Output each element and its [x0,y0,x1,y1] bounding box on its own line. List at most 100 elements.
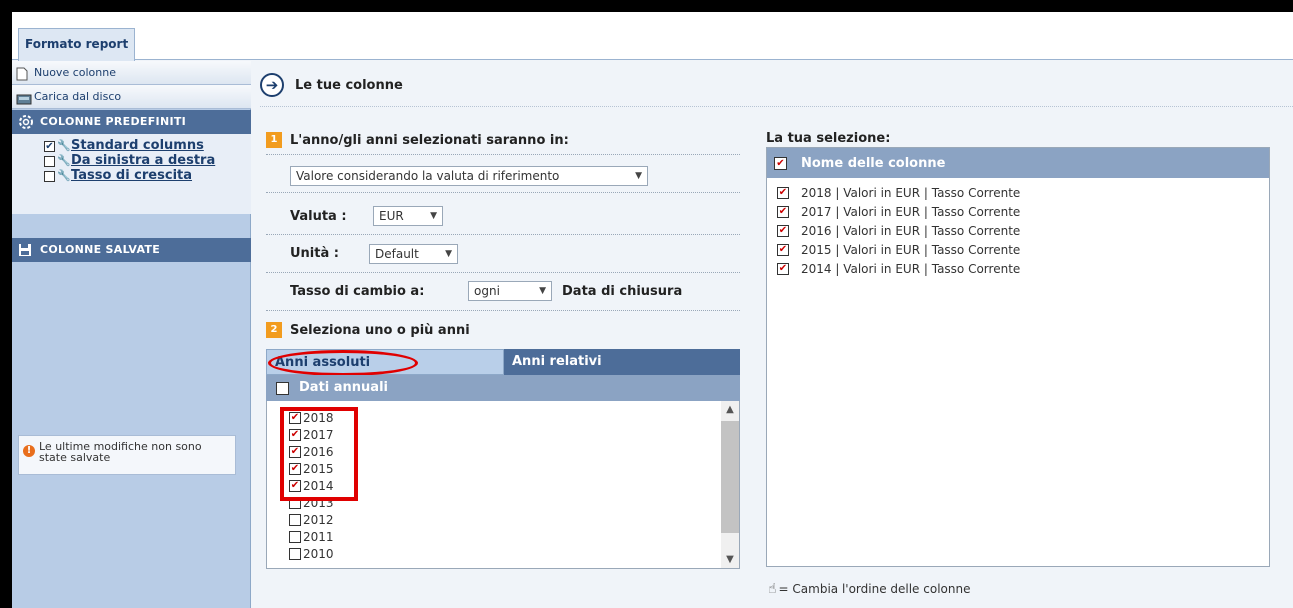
year-item[interactable]: 2010 [289,545,334,562]
selected-column-item[interactable]: ✔ 2017 | Valori in EUR | Tasso Corrente [777,203,1020,221]
selection-header: ✔ Nome delle colonne [767,148,1269,178]
divider [266,154,740,155]
step-1-label: L'anno/gli anni selezionati saranno in: [290,132,569,148]
save-icon [18,242,32,266]
selection-title: La tua selezione: [766,131,891,146]
saved-columns-title: COLONNE SALVATE [40,243,161,256]
predefined-columns-title: COLONNE PREDEFINITI [40,115,187,128]
sidebar: Nuove colonne Carica dal disco COLONNE P… [12,61,251,608]
year-list-scrollbar[interactable]: ▲ ▼ [721,401,739,568]
reorder-hint: ☝ = Cambia l'ordine delle colonne [768,581,970,597]
predefined-columns-header: COLONNE PREDEFINITI [12,110,251,134]
scroll-thumb[interactable] [721,421,739,533]
unita-selected: Default [375,247,419,261]
checkbox-icon[interactable] [44,171,55,182]
selected-column-label: 2016 | Valori in EUR | Tasso Corrente [801,224,1021,238]
unita-label: Unità : [290,246,339,261]
step-number-badge: 1 [266,132,282,148]
predefined-item-label[interactable]: Standard columns [71,139,231,152]
select-all-checkbox[interactable] [276,381,289,395]
unsaved-changes-text: Le ultime modifiche non sono state salva… [39,440,202,464]
selected-column-item[interactable]: ✔ 2015 | Valori in EUR | Tasso Corrente [777,241,1020,259]
hand-icon: ☝ [768,581,777,597]
chevron-down-icon: ▼ [635,171,642,181]
highlight-circle [268,350,418,376]
checkbox-checked-icon[interactable]: ✔ [777,187,789,199]
selected-column-label: 2015 | Valori in EUR | Tasso Corrente [801,243,1021,257]
chevron-down-icon: ▼ [445,249,452,259]
annual-data-header: Dati annuali [266,375,740,401]
arrow-right-icon: ➔ [260,73,284,97]
checkbox-checked-icon[interactable]: ✔ [777,263,789,275]
selected-column-item[interactable]: ✔ 2014 | Valori in EUR | Tasso Corrente [777,260,1020,278]
predefined-item-left-right[interactable]: 🔧 Da sinistra a destra [44,154,251,167]
chevron-down-icon: ▼ [430,211,437,221]
selected-column-item[interactable]: ✔ 2018 | Valori in EUR | Tasso Corrente [777,184,1020,202]
unsaved-changes-note: ! Le ultime modifiche non sono state sal… [18,435,236,475]
year-tabs: Anni assoluti Anni relativi [266,349,740,376]
tasso-suffix: Data di chiusura [562,284,683,299]
checkbox-checked-icon[interactable]: ✔ [777,225,789,237]
tab-formato-report[interactable]: Formato report [18,28,136,61]
saved-columns-header: COLONNE SALVATE [12,238,251,262]
selection-box: ✔ Nome delle colonne ✔ 2018 | Valori in E… [766,147,1270,567]
year-list: ✔ 2018 ✔ 2017 ✔ 2016 ✔ 2015 ✔ 2014 2013 2012 … [266,401,740,569]
tasso-label: Tasso di cambio a: [290,284,425,299]
predefined-item-label[interactable]: Tasso di crescita [71,169,231,182]
chevron-up-icon[interactable]: ▲ [721,401,739,419]
main-title-text: Le tue colonne [295,77,403,93]
app-window: Formato report Nuove colonne Carica dal … [12,12,1293,608]
chevron-down-icon[interactable]: ▼ [721,551,739,568]
load-disk-button[interactable]: Carica dal disco [12,85,251,109]
new-columns-label: Nuove colonne [34,66,116,79]
checkbox-checked-icon[interactable]: ✔ [777,206,789,218]
chevron-down-icon: ▼ [539,286,546,296]
divider [260,106,1293,107]
checkbox-icon[interactable] [289,530,301,543]
unita-select[interactable]: Default ▼ [369,244,458,264]
predefined-item-label[interactable]: Da sinistra a destra [71,154,231,167]
valuta-select[interactable]: EUR ▼ [373,206,443,226]
wrench-icon: 🔧 [57,169,71,182]
highlight-rectangle [280,407,358,501]
reorder-hint-text: = Cambia l'ordine delle colonne [778,582,971,596]
selected-column-label: 2014 | Valori in EUR | Tasso Corrente [801,262,1021,276]
tab-relative-years[interactable]: Anni relativi [504,349,740,375]
tasso-select[interactable]: ogni ▼ [468,281,552,301]
year-label: 2011 [303,529,334,544]
checkbox-icon[interactable] [289,547,301,560]
step-2-heading: 2 Seleziona uno o più anni [266,322,470,338]
wrench-icon: 🔧 [57,139,71,152]
checkbox-checked-icon[interactable]: ✔ [777,244,789,256]
step-1-heading: 1 L'anno/gli anni selezionati saranno in… [266,132,569,148]
year-label: 2012 [303,512,334,527]
checkbox-icon[interactable] [289,513,301,526]
selected-column-label: 2017 | Valori in EUR | Tasso Corrente [801,205,1021,219]
step-number-badge: 2 [266,322,282,338]
year-item[interactable]: 2011 [289,528,334,545]
selected-column-label: 2018 | Valori in EUR | Tasso Corrente [801,186,1021,200]
wrench-icon: 🔧 [57,154,71,167]
main-panel: ➔ Le tue colonne 1 L'anno/gli anni selez… [252,61,1293,608]
value-mode-select[interactable]: Valore considerando la valuta di riferim… [290,166,648,186]
select-all-checkbox[interactable]: ✔ [774,156,787,170]
checkbox-checked-icon[interactable]: ✔ [44,141,55,152]
valuta-selected: EUR [379,209,404,223]
predefined-item-standard[interactable]: ✔ 🔧 Standard columns [44,139,251,152]
predefined-item-growth[interactable]: 🔧 Tasso di crescita [44,169,251,182]
selection-header-label: Nome delle colonne [801,155,946,171]
valuta-label: Valuta : [290,209,347,224]
year-label: 2010 [303,546,334,561]
divider [266,234,740,235]
new-columns-button[interactable]: Nuove colonne [12,61,251,85]
step-2-label: Seleziona uno o più anni [290,322,470,338]
tasso-selected: ogni [474,284,500,298]
divider [266,272,740,273]
divider [266,310,740,311]
checkbox-icon[interactable] [44,156,55,167]
selected-column-item[interactable]: ✔ 2016 | Valori in EUR | Tasso Corrente [777,222,1020,240]
load-disk-label: Carica dal disco [34,90,122,103]
year-item[interactable]: 2012 [289,511,334,528]
value-mode-selected: Valore considerando la valuta di riferim… [296,169,560,183]
warning-icon: ! [23,445,35,457]
